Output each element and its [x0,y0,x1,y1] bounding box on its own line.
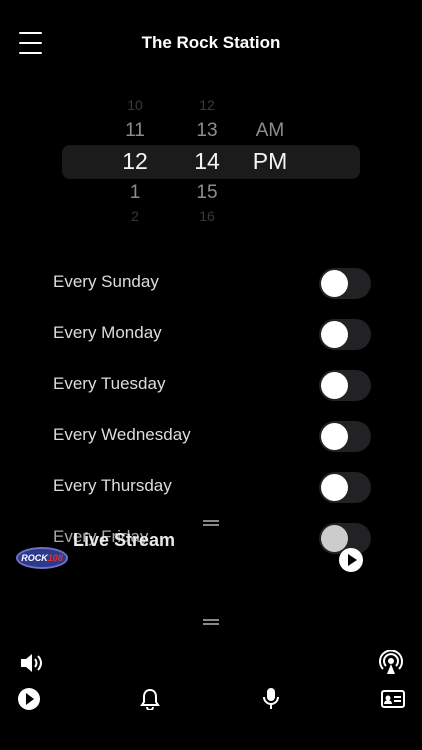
bell-icon[interactable] [140,688,160,715]
contact-card-icon[interactable] [381,689,405,714]
hour-option: 1 [129,182,141,203]
drag-handle-icon[interactable] [203,619,219,625]
airplay-broadcast-icon[interactable] [378,649,404,681]
alarm-day-label: Every Sunday [53,272,159,291]
station-logo: ROCK 108 [16,547,68,569]
hour-selected: 12 [122,148,148,174]
speaker-volume-icon[interactable] [19,652,45,679]
station-logo-accent: 108 [47,553,63,563]
minute-option: 16 [199,208,215,224]
alarm-day-label: Every Tuesday [53,374,166,393]
alarm-row-tuesday: Every Tuesday [0,361,422,412]
monday-toggle[interactable] [319,319,371,350]
alarm-row-thursday: Every Thursday [0,463,422,514]
toggle-knob [321,474,348,501]
alarm-row-wednesday: Every Wednesday [0,412,422,463]
minute-option: 12 [199,97,215,113]
alarm-row-monday: Every Monday [0,310,422,361]
alarm-day-label: Every Thursday [53,476,172,495]
play-icon[interactable] [18,688,40,710]
play-icon[interactable] [339,548,363,572]
period-selected: PM [252,148,288,174]
toggle-knob [321,372,348,399]
toggle-knob [321,423,348,450]
minute-option: 15 [196,182,218,203]
hour-option: 10 [127,97,143,113]
toggle-knob [321,270,348,297]
hour-option: 11 [125,120,145,141]
mini-player[interactable]: ROCK 108 Live Stream [0,510,422,580]
alarm-day-label: Every Wednesday [53,425,191,444]
wednesday-toggle[interactable] [319,421,371,452]
period-option: AM [255,120,285,141]
minute-option: 13 [196,120,218,141]
minute-selected: 14 [194,148,220,174]
sunday-toggle[interactable] [319,268,371,299]
alarm-row-sunday: Every Sunday [0,259,422,310]
toggle-knob [321,321,348,348]
microphone-icon[interactable] [262,687,280,716]
now-playing-label: Live Stream [73,530,176,550]
station-logo-text: ROCK [21,553,48,563]
alarm-day-label: Every Monday [53,323,162,342]
hour-option: 2 [131,208,139,224]
drag-handle-icon[interactable] [203,520,219,526]
tuesday-toggle[interactable] [319,370,371,401]
thursday-toggle[interactable] [319,472,371,503]
page-title: The Rock Station [141,33,281,52]
